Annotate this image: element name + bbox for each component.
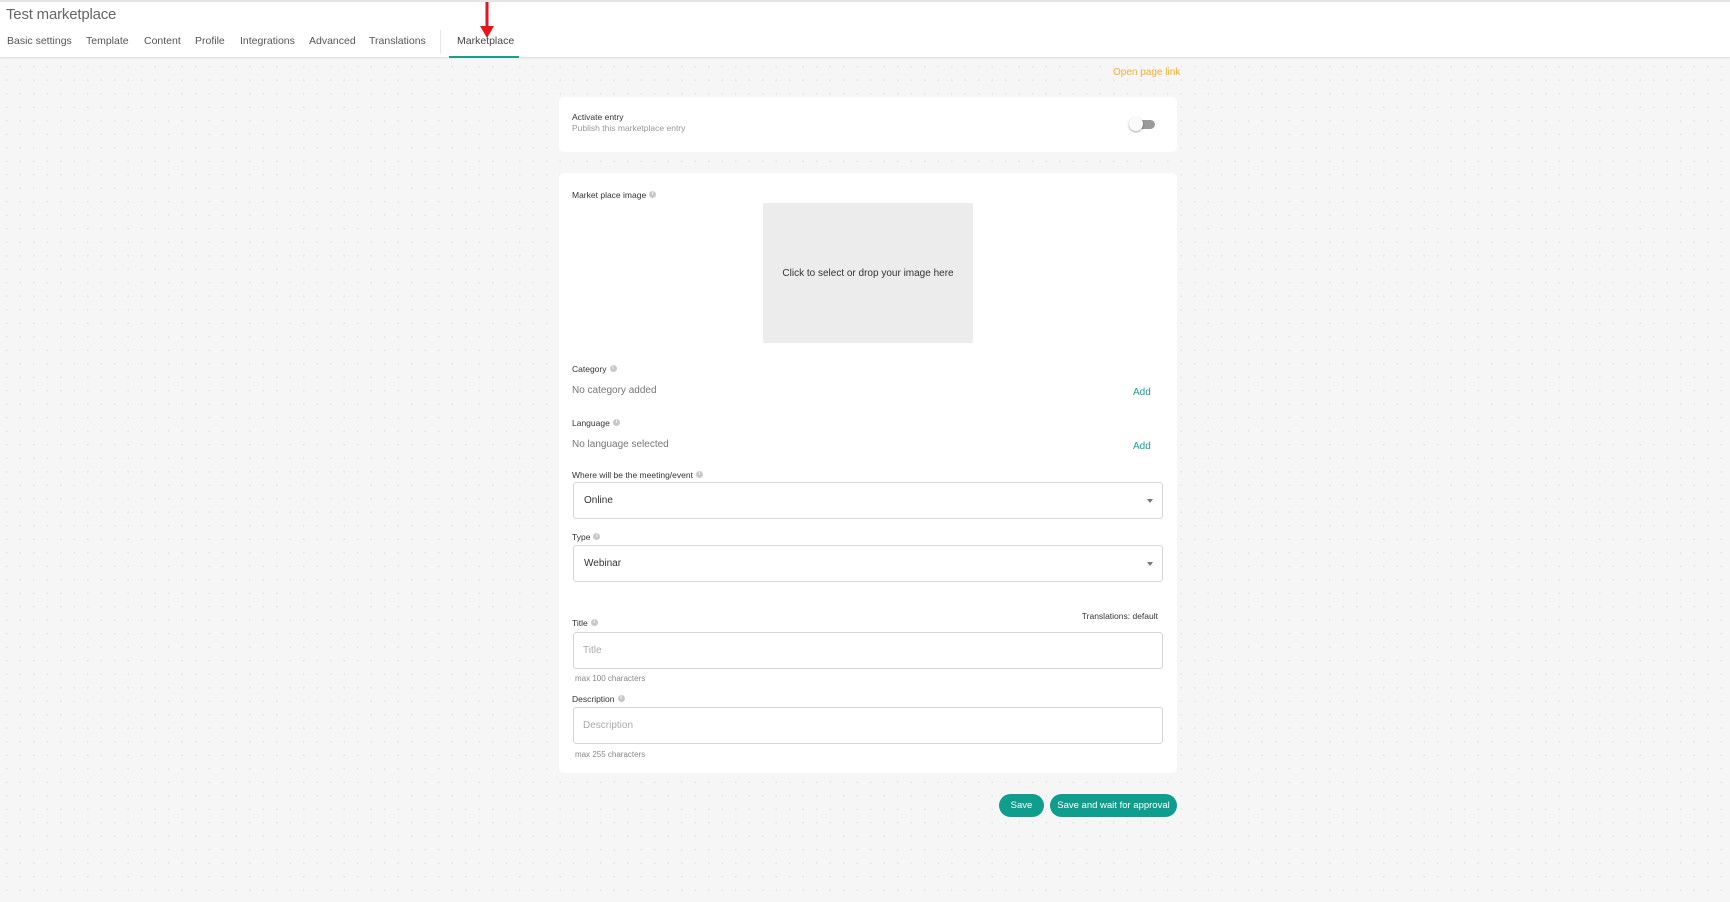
activate-entry-title: Activate entry [572, 112, 624, 122]
description-label: Description i [572, 694, 625, 704]
type-label: Type i [572, 532, 601, 542]
image-label-text: Market place image [572, 190, 647, 200]
title-label-text: Title [572, 618, 588, 628]
toggle-knob [1129, 117, 1143, 131]
tab-template[interactable]: Template [86, 35, 129, 47]
tab-translations[interactable]: Translations [369, 35, 426, 47]
save-button[interactable]: Save [999, 794, 1044, 817]
image-label: Market place image i [572, 190, 657, 200]
info-icon[interactable]: i [617, 695, 625, 703]
type-select[interactable]: Webinar [573, 545, 1163, 582]
category-label: Category i [572, 364, 617, 374]
activate-entry-toggle[interactable] [1129, 117, 1157, 133]
page-title: Test marketplace [6, 6, 117, 23]
activate-entry-card: Activate entry Publish this marketplace … [559, 97, 1177, 152]
tab-content[interactable]: Content [144, 35, 181, 47]
location-select[interactable]: Online [573, 482, 1163, 519]
location-label: Where will be the meeting/event i [572, 470, 703, 480]
info-icon[interactable]: i [695, 471, 703, 479]
page-header: Test marketplace Basic settings Template… [0, 0, 1730, 58]
description-input[interactable] [573, 707, 1163, 744]
type-selected-value: Webinar [584, 558, 622, 569]
open-page-link[interactable]: Open page link [1113, 67, 1180, 78]
tab-integrations[interactable]: Integrations [240, 35, 295, 47]
chevron-down-icon [1147, 499, 1153, 503]
image-dropzone[interactable]: Click to select or drop your image here [763, 203, 973, 343]
tab-advanced[interactable]: Advanced [309, 35, 356, 47]
add-category-button[interactable]: Add [1133, 387, 1151, 398]
language-label-text: Language [572, 418, 610, 428]
description-label-text: Description [572, 694, 615, 704]
tab-basic-settings[interactable]: Basic settings [7, 35, 72, 47]
info-icon[interactable]: i [593, 533, 601, 541]
info-icon[interactable]: i [649, 191, 657, 199]
activate-entry-subtitle: Publish this marketplace entry [572, 123, 686, 133]
translations-note[interactable]: Translations: default [1082, 611, 1158, 621]
location-selected-value: Online [584, 495, 613, 506]
location-label-text: Where will be the meeting/event [572, 470, 693, 480]
type-label-text: Type [572, 532, 591, 542]
marketplace-form-card: Market place image i Click to select or d… [559, 173, 1177, 773]
title-label: Title i [572, 618, 598, 628]
info-icon[interactable]: i [590, 619, 598, 627]
info-icon[interactable]: i [609, 365, 617, 373]
category-label-text: Category [572, 364, 607, 374]
title-hint: max 100 characters [575, 674, 646, 683]
category-value: No category added [572, 385, 657, 396]
chevron-down-icon [1147, 562, 1153, 566]
save-and-wait-for-approval-button[interactable]: Save and wait for approval [1050, 794, 1177, 817]
tab-divider [440, 30, 441, 54]
dropzone-text: Click to select or drop your image here [782, 267, 954, 279]
title-input[interactable] [573, 632, 1163, 669]
info-icon[interactable]: i [612, 419, 620, 427]
language-value: No language selected [572, 439, 669, 450]
description-hint: max 255 characters [575, 750, 646, 759]
active-tab-indicator [449, 56, 519, 58]
add-language-button[interactable]: Add [1133, 441, 1151, 452]
language-label: Language i [572, 418, 620, 428]
tab-profile[interactable]: Profile [195, 35, 225, 47]
annotation-arrow-icon [480, 2, 494, 38]
